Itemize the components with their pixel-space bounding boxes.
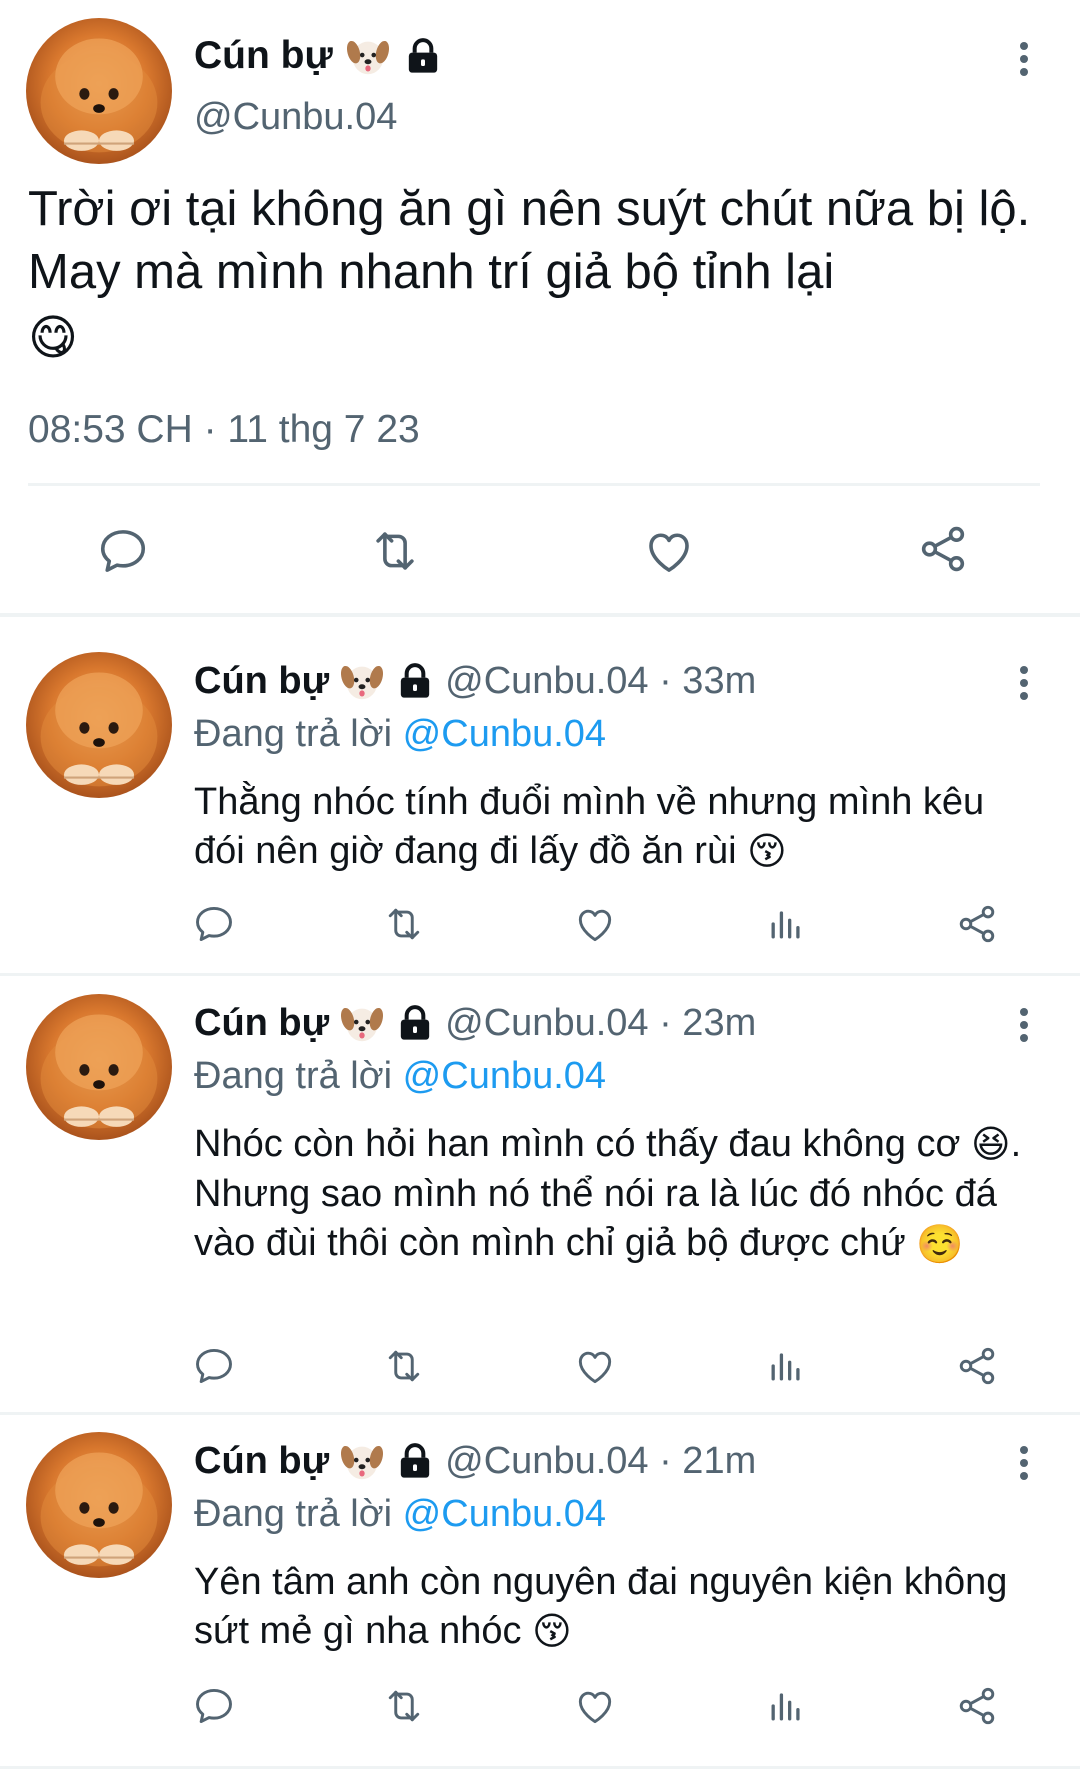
replying-to: Đang trả lời @Cunbu.04 bbox=[194, 1493, 606, 1536]
like-icon[interactable] bbox=[573, 1344, 617, 1388]
avatar-photo bbox=[26, 1432, 172, 1578]
tweet-timestamp[interactable]: 08:53 CH · 11 thg 7 23 bbox=[28, 408, 420, 452]
lock-icon bbox=[403, 36, 443, 76]
more-options-icon[interactable] bbox=[1016, 666, 1032, 706]
smiling-emoji: ☺️ bbox=[916, 1223, 964, 1266]
dog-emoji-icon bbox=[339, 658, 385, 704]
reply-text: Nhóc còn hỏi han mình có thấy đau không … bbox=[194, 1120, 1044, 1270]
more-options-icon[interactable] bbox=[1016, 1446, 1032, 1486]
main-tweet: Cún bự @Cunbu.04 Trời ơi tại không ăn gì… bbox=[0, 0, 1080, 620]
laughing-emoji: 😆 bbox=[970, 1124, 1011, 1167]
reply-text: Yên tâm anh còn nguyên đai nguyên kiện k… bbox=[194, 1558, 1044, 1657]
replying-label: Đang trả lời bbox=[194, 1493, 393, 1535]
retweet-icon[interactable] bbox=[368, 524, 422, 578]
avatar[interactable] bbox=[26, 1432, 172, 1578]
dog-emoji-icon bbox=[339, 1000, 385, 1046]
tweet-text-body: Trời ơi tại không ăn gì nên suýt chút nữ… bbox=[28, 182, 1031, 299]
section-divider bbox=[0, 1766, 1080, 1769]
share-icon[interactable] bbox=[955, 1344, 999, 1388]
divider bbox=[28, 483, 1040, 486]
retweet-icon[interactable] bbox=[382, 1344, 426, 1388]
replying-to: Đang trả lời @Cunbu.04 bbox=[194, 1055, 606, 1098]
section-divider bbox=[0, 613, 1080, 617]
reply-header: Cún bự @Cunbu.04 · 21m bbox=[194, 1438, 756, 1484]
avatar[interactable] bbox=[26, 18, 172, 164]
lock-icon bbox=[395, 661, 435, 701]
section-divider bbox=[0, 973, 1080, 976]
avatar-photo bbox=[26, 994, 172, 1140]
author-row: Cún bự bbox=[194, 32, 443, 80]
handle-and-time[interactable]: @Cunbu.04 · 33m bbox=[445, 658, 756, 704]
replying-label: Đang trả lời bbox=[194, 1055, 393, 1097]
like-icon[interactable] bbox=[642, 524, 696, 578]
share-icon[interactable] bbox=[955, 1684, 999, 1728]
mention-link[interactable]: @Cunbu.04 bbox=[403, 1493, 606, 1535]
kissing-emoji: 😚 bbox=[532, 1611, 572, 1654]
author-name[interactable]: Cún bự bbox=[194, 658, 329, 704]
avatar-photo bbox=[26, 18, 172, 164]
dog-emoji-icon bbox=[339, 1438, 385, 1484]
share-icon[interactable] bbox=[955, 902, 999, 946]
replying-to: Đang trả lời @Cunbu.04 bbox=[194, 713, 606, 756]
dog-emoji-icon bbox=[345, 33, 391, 79]
avatar-photo bbox=[26, 652, 172, 798]
views-icon[interactable] bbox=[764, 1344, 808, 1388]
like-icon[interactable] bbox=[573, 1684, 617, 1728]
yum-emoji: 😋 bbox=[28, 312, 79, 365]
reply-tweet[interactable]: Cún bự @Cunbu.04 · 21m Đang trả lời @Cun… bbox=[0, 1420, 1080, 1770]
reply-tweet[interactable]: Cún bự @Cunbu.04 · 33m Đang trả lời @Cun… bbox=[0, 640, 1080, 970]
reply-icon[interactable] bbox=[96, 524, 150, 578]
author-name[interactable]: Cún bự bbox=[194, 1000, 329, 1046]
author-handle[interactable]: @Cunbu.04 bbox=[194, 96, 397, 139]
reply-icon[interactable] bbox=[192, 1684, 236, 1728]
mention-link[interactable]: @Cunbu.04 bbox=[403, 1055, 606, 1097]
like-icon[interactable] bbox=[573, 902, 617, 946]
lock-icon bbox=[395, 1441, 435, 1481]
mention-link[interactable]: @Cunbu.04 bbox=[403, 713, 606, 755]
lock-icon bbox=[395, 1003, 435, 1043]
reply-header: Cún bự @Cunbu.04 · 23m bbox=[194, 1000, 756, 1046]
share-icon[interactable] bbox=[916, 522, 970, 576]
reply-icon[interactable] bbox=[192, 902, 236, 946]
reply-icon[interactable] bbox=[192, 1344, 236, 1388]
reply-text-part1: Nhóc còn hỏi han mình có thấy đau không … bbox=[194, 1123, 961, 1165]
more-options-icon[interactable] bbox=[1016, 1008, 1032, 1048]
reply-text-body: Thằng nhóc tính đuổi mình về nhưng mình … bbox=[194, 781, 985, 872]
avatar[interactable] bbox=[26, 652, 172, 798]
reply-header: Cún bự @Cunbu.04 · 33m bbox=[194, 658, 756, 704]
reply-tweet[interactable]: Cún bự @Cunbu.04 · 23m Đang trả lời @Cun… bbox=[0, 982, 1080, 1412]
views-icon[interactable] bbox=[764, 902, 808, 946]
author-name[interactable]: Cún bự bbox=[194, 32, 333, 80]
views-icon[interactable] bbox=[764, 1684, 808, 1728]
reply-text-body: Yên tâm anh còn nguyên đai nguyên kiện k… bbox=[194, 1561, 1008, 1652]
reply-text: Thằng nhóc tính đuổi mình về nhưng mình … bbox=[194, 778, 1044, 877]
handle-and-time[interactable]: @Cunbu.04 · 23m bbox=[445, 1000, 756, 1046]
retweet-icon[interactable] bbox=[382, 902, 426, 946]
retweet-icon[interactable] bbox=[382, 1684, 426, 1728]
more-options-icon[interactable] bbox=[1016, 42, 1032, 82]
tweet-text: Trời ơi tại không ăn gì nên suýt chút nữ… bbox=[28, 178, 1058, 374]
replying-label: Đang trả lời bbox=[194, 713, 393, 755]
author-name[interactable]: Cún bự bbox=[194, 1438, 329, 1484]
avatar[interactable] bbox=[26, 994, 172, 1140]
handle-and-time[interactable]: @Cunbu.04 · 21m bbox=[445, 1438, 756, 1484]
kissing-emoji: 😚 bbox=[747, 831, 787, 874]
section-divider bbox=[0, 1412, 1080, 1415]
